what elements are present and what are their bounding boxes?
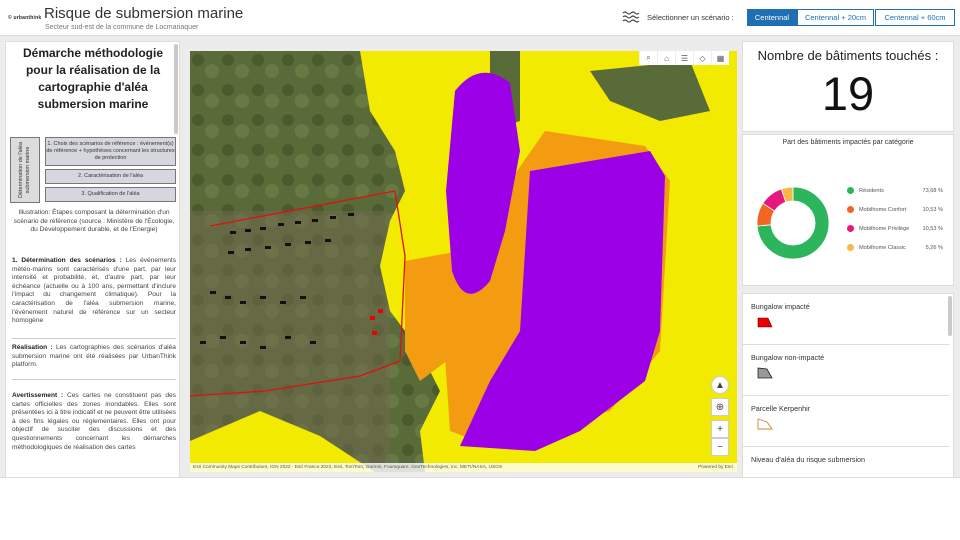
legend-dot: [847, 244, 854, 251]
pie-legend-value: 10,53 %: [922, 206, 943, 213]
flood-map[interactable]: ⌕ ⌂ ☰ ◇ ▦ ▲ ⊕ + − Esri Community Maps Co…: [190, 51, 737, 472]
scenario-label: Sélectionner un scénario :: [647, 13, 734, 22]
building-count-title: Nombre de bâtiments touchés :: [757, 48, 939, 63]
pie-legend-label: Mobilhome Confort: [859, 206, 907, 213]
paragraph-scenarios: 1. Détermination des scénarios : Les évé…: [12, 257, 176, 326]
paragraph-realisation: Réalisation : Les cartographies des scén…: [12, 344, 176, 370]
legend-dot: [847, 225, 854, 232]
map-canvas[interactable]: [190, 51, 737, 472]
divider: [12, 338, 176, 339]
page-title: Risque de submersion marine: [44, 5, 244, 22]
list-icon[interactable]: ☰: [675, 51, 693, 65]
attribution-text: Esri Community Maps Contributors, IGN 20…: [193, 465, 503, 470]
map-attribution: Esri Community Maps Contributors, IGN 20…: [190, 463, 737, 472]
zoom-out-button[interactable]: −: [711, 438, 729, 456]
red-polygon-icon: [757, 317, 773, 328]
pie-legend-value: 73,68 %: [922, 187, 943, 194]
category-pie-card: Part des bâtiments impactés par catégori…: [742, 134, 954, 286]
left-scrollbar[interactable]: [174, 44, 178, 134]
scenario-button-centennal-60cm[interactable]: Centennal + 60cm: [875, 9, 955, 26]
paragraph-realisation-heading: Réalisation :: [12, 344, 53, 351]
pie-legend-label: Résidents: [859, 187, 884, 194]
pie-legend-value: 10,53 %: [922, 225, 943, 232]
orange-outline-polygon-icon: [757, 418, 773, 430]
dashboard: © urbanthink Risque de submersion marine…: [0, 0, 960, 478]
pie-legend-value: 5,26 %: [925, 244, 943, 251]
legend-dot: [847, 187, 854, 194]
map-legend-card[interactable]: Bungalow impacté Bungalow non-impacté Pa…: [742, 293, 954, 478]
legend-item-bungalow-not-impacted: Bungalow non-impacté: [743, 345, 949, 396]
legend-label: Bungalow impacté: [751, 302, 810, 311]
search-icon[interactable]: ⌕: [639, 51, 657, 65]
compass-icon[interactable]: ▲: [711, 376, 729, 394]
header-bar: © urbanthink Risque de submersion marine…: [0, 0, 960, 36]
locate-icon[interactable]: ⊕: [711, 398, 729, 416]
zoom-in-button[interactable]: +: [711, 420, 729, 438]
legend-item-parcel: Parcelle Kerpenhir: [743, 396, 949, 447]
pie-chart-title: Part des bâtiments impactés par catégori…: [782, 139, 914, 146]
app-root: © urbanthink Risque de submersion marine…: [0, 0, 960, 540]
building-count-value: 19: [821, 67, 875, 120]
paragraph-scenarios-body: Les événements météo-marins sont caracté…: [12, 257, 176, 325]
paragraph-warning-heading: Avertissement :: [12, 392, 64, 399]
pie-legend-label: Mobilhome Classic: [859, 244, 906, 251]
paragraph-scenarios-heading: 1. Détermination des scénarios :: [12, 257, 122, 264]
paragraph-warning-body: Ces cartes ne constituent pas des cartes…: [12, 392, 176, 451]
legend-dot: [847, 206, 854, 213]
waves-icon: [622, 11, 640, 23]
grid-icon[interactable]: ▦: [711, 51, 729, 65]
methodology-diagram: Détermination de l'aléa submersion marin…: [10, 137, 178, 203]
diagram-step-3: 3. Qualification de l'aléa: [45, 187, 176, 202]
legend-item-bungalow-impacted: Bungalow impacté: [743, 294, 949, 345]
pie-legend-row: Mobilhome Confort 10,53 %: [847, 205, 943, 215]
scenario-button-centennal-20cm[interactable]: Centennal + 20cm: [797, 9, 874, 26]
legend-item-hazard-level: Niveau d'aléa du risque submersion: [743, 447, 949, 477]
page-subtitle: Secteur sud-est de la commune de Locmari…: [45, 24, 199, 31]
map-toolbar: ⌕ ⌂ ☰ ◇ ▦: [639, 51, 729, 65]
grey-polygon-icon: [757, 367, 773, 379]
legend-label: Parcelle Kerpenhir: [751, 404, 811, 413]
pie-chart[interactable]: [753, 183, 833, 263]
methodology-title: Démarche méthodologie pour la réalisatio…: [22, 46, 164, 111]
pie-legend-row: Mobilhome Privilège 10,53 %: [847, 224, 943, 234]
paragraph-warning: Avertissement : Ces cartes ne constituen…: [12, 392, 176, 452]
legend-label: Bungalow non-impacté: [751, 353, 825, 362]
diagram-step-1: 1. Choix des scénarios de référence : év…: [45, 137, 176, 166]
home-icon[interactable]: ⌂: [657, 51, 675, 65]
pie-legend-label: Mobilhome Privilège: [859, 225, 910, 232]
diagram-step-2: 2. Caractérisation de l'aléa: [45, 169, 176, 184]
divider: [12, 379, 176, 380]
powered-by-esri[interactable]: Powered by Esri: [698, 463, 733, 472]
layers-icon[interactable]: ◇: [693, 51, 711, 65]
logo: © urbanthink: [8, 15, 42, 21]
methodology-panel[interactable]: Démarche méthodologie pour la réalisatio…: [5, 41, 180, 478]
diagram-vertical-box: Détermination de l'aléa submersion marin…: [10, 137, 40, 203]
pie-legend-row: Résidents 73,68 %: [847, 186, 943, 196]
scenario-button-centennal[interactable]: Centennal: [747, 9, 797, 26]
pie-legend-row: Mobilhome Classic 5,26 %: [847, 243, 943, 253]
illustration-caption: Illustration: Étapes composant la déterm…: [13, 209, 175, 234]
building-count-card: Nombre de bâtiments touchés : 19: [742, 41, 954, 132]
diagram-vertical-label: Détermination de l'aléa submersion marin…: [18, 141, 31, 199]
legend-label: Niveau d'aléa du risque submersion: [751, 455, 866, 464]
